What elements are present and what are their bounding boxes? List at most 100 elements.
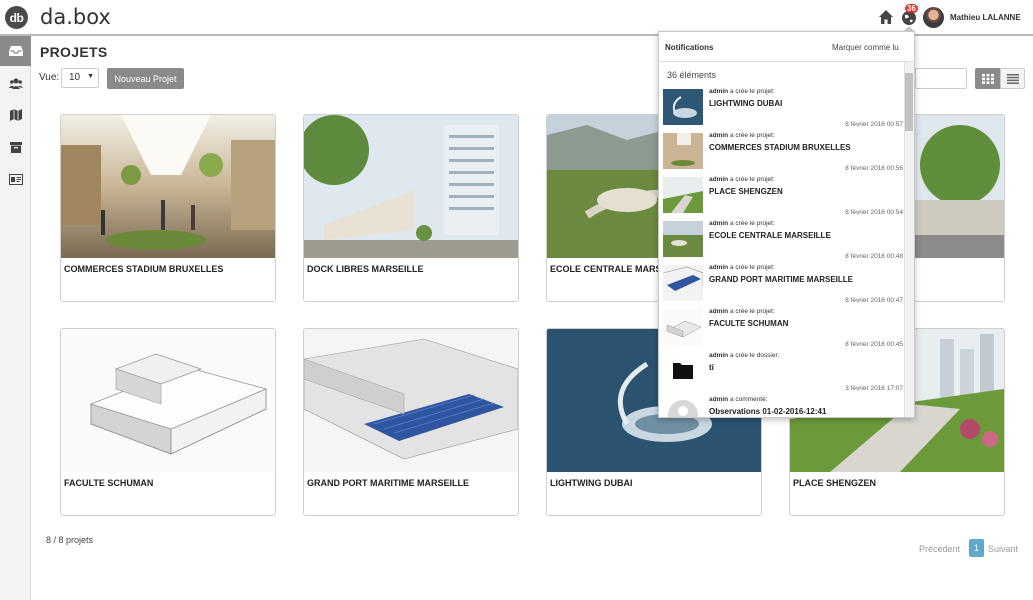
- notification-meta: admin a crée le projet:: [709, 88, 775, 95]
- notification-user: admin: [709, 220, 729, 227]
- notification-thumbnail: [663, 221, 703, 257]
- project-name[interactable]: COMMERCES STADIUM BRUXELLES: [64, 264, 223, 274]
- notification-item[interactable]: admin a crée le projet: COMMERCES STADIU…: [663, 132, 903, 176]
- sidebar-item-archive[interactable]: [0, 132, 31, 162]
- page-size-select[interactable]: 10 ▼: [61, 68, 99, 88]
- notification-target[interactable]: ECOLE CENTRALE MARSEILLE: [709, 231, 831, 240]
- notification-item[interactable]: admin a crée le projet: PLACE SHENGZEN 8…: [663, 176, 903, 220]
- notification-target[interactable]: FACULTE SCHUMAN: [709, 319, 788, 328]
- notification-action: a commenté:: [728, 396, 768, 403]
- notifications-popup: Notifications Marquer comme lu 36 élémen…: [658, 31, 915, 418]
- search-input[interactable]: [915, 68, 967, 89]
- map-icon: [9, 109, 22, 121]
- notification-user: admin: [709, 132, 729, 139]
- notification-user: admin: [709, 176, 729, 183]
- notification-thumbnail: [663, 177, 703, 213]
- notification-meta: admin a crée le projet:: [709, 220, 775, 227]
- pagination-current-page[interactable]: 1: [969, 539, 984, 557]
- project-name[interactable]: PLACE SHENGZEN: [793, 478, 876, 488]
- page-size-value: 10: [69, 72, 81, 83]
- notification-thumbnail: [663, 89, 703, 125]
- notification-item[interactable]: admin a crée le projet: GRAND PORT MARIT…: [663, 264, 903, 308]
- logo-initials: db: [9, 10, 24, 25]
- notification-action: a crée le projet:: [728, 308, 775, 315]
- pagination-next[interactable]: Suivant: [988, 544, 1018, 554]
- notification-action: a crée le projet:: [728, 88, 775, 95]
- notifications-count: 36 éléments: [667, 70, 717, 80]
- grid-view-button[interactable]: [975, 68, 1000, 89]
- notification-user: admin: [709, 308, 729, 315]
- notification-item[interactable]: admin a crée le projet: ECOLE CENTRALE M…: [663, 220, 903, 264]
- notification-thumbnail: [663, 309, 703, 345]
- pagination-previous[interactable]: Précédent: [919, 544, 960, 554]
- sidebar-item-inbox[interactable]: [0, 36, 31, 66]
- project-count: 8 / 8 projets: [46, 535, 94, 545]
- project-thumbnail: [304, 329, 518, 472]
- notification-date: 8 février 2016 00:45: [845, 341, 903, 348]
- project-name[interactable]: FACULTE SCHUMAN: [64, 478, 153, 488]
- project-name[interactable]: GRAND PORT MARITIME MARSEILLE: [307, 478, 469, 488]
- notification-user: admin: [709, 396, 729, 403]
- notification-target[interactable]: Observations 01-02-2016-12:41: [709, 407, 826, 416]
- notification-badge: 36: [905, 4, 918, 13]
- notification-meta: admin a crée le dossier:: [709, 352, 779, 359]
- notification-date: 8 février 2016 00:48: [845, 253, 903, 260]
- notification-date: 8 février 2016 00:56: [845, 165, 903, 172]
- project-card[interactable]: GRAND PORT MARITIME MARSEILLE: [303, 328, 519, 516]
- notification-item[interactable]: admin a commenté: Observations 01-02-201…: [663, 396, 903, 417]
- scrollbar-thumb[interactable]: [905, 73, 913, 131]
- notification-date: 8 février 2016 00:57: [845, 121, 903, 128]
- page-title: PROJETS: [40, 44, 108, 60]
- mark-as-read-link[interactable]: Marquer comme lu: [832, 43, 899, 52]
- notification-meta: admin a crée le projet:: [709, 132, 775, 139]
- notification-thumbnail: [663, 133, 703, 169]
- notification-target[interactable]: PLACE SHENGZEN: [709, 187, 783, 196]
- users-icon: [8, 78, 23, 89]
- user-name[interactable]: Mathieu LALANNE: [950, 13, 1021, 22]
- caret-down-icon: ▼: [87, 73, 94, 80]
- id-card-icon: [8, 173, 23, 185]
- archive-icon: [9, 141, 22, 153]
- project-name[interactable]: LIGHTWING DUBAI: [550, 478, 633, 488]
- new-project-button[interactable]: Nouveau Projet: [107, 68, 184, 89]
- project-card[interactable]: FACULTE SCHUMAN: [60, 328, 276, 516]
- logo-text[interactable]: da.box: [40, 5, 111, 29]
- list-view-button[interactable]: [1000, 68, 1025, 89]
- notification-item[interactable]: admin a crée le dossier: ti 3 février 20…: [663, 352, 903, 396]
- sidebar-item-map[interactable]: [0, 100, 31, 130]
- vue-label: Vue:: [39, 72, 60, 83]
- notification-item[interactable]: admin a crée le projet: LIGHTWING DUBAI …: [663, 88, 903, 132]
- notification-meta: admin a crée le projet:: [709, 176, 775, 183]
- notifications-header: Notifications Marquer comme lu: [659, 32, 914, 62]
- notification-action: a crée le projet:: [728, 264, 775, 271]
- logo-icon[interactable]: db: [5, 6, 28, 29]
- project-card[interactable]: DOCK LIBRES MARSEILLE: [303, 114, 519, 302]
- notifications-title: Notifications: [665, 43, 714, 52]
- grid-icon: [981, 73, 994, 84]
- user-avatar-icon: [668, 400, 698, 417]
- notification-target[interactable]: LIGHTWING DUBAI: [709, 99, 782, 108]
- notification-meta: admin a crée le projet:: [709, 264, 775, 271]
- notification-target[interactable]: COMMERCES STADIUM BRUXELLES: [709, 143, 851, 152]
- notification-target[interactable]: ti: [709, 363, 714, 372]
- project-thumbnail: [61, 115, 275, 258]
- list-icon: [1006, 73, 1019, 84]
- project-name[interactable]: DOCK LIBRES MARSEILLE: [307, 264, 424, 274]
- home-icon[interactable]: [878, 9, 894, 25]
- project-card[interactable]: COMMERCES STADIUM BRUXELLES: [60, 114, 276, 302]
- avatar[interactable]: [923, 7, 944, 28]
- notification-date: 3 février 2016 17:07: [845, 385, 903, 392]
- notification-user: admin: [709, 264, 729, 271]
- sidebar: [0, 36, 31, 600]
- project-thumbnail: [304, 115, 518, 258]
- sidebar-item-contacts[interactable]: [0, 164, 31, 194]
- notification-thumbnail: [663, 265, 703, 301]
- notification-meta: admin a commenté:: [709, 396, 768, 403]
- notification-date: 8 février 2016 00:54: [845, 209, 903, 216]
- project-thumbnail: [61, 329, 275, 472]
- sidebar-item-users[interactable]: [0, 68, 31, 98]
- notification-target[interactable]: GRAND PORT MARITIME MARSEILLE: [709, 275, 853, 284]
- notification-action: a crée le dossier:: [728, 352, 780, 359]
- notification-date: 8 février 2016 00:47: [845, 297, 903, 304]
- notification-item[interactable]: admin a crée le projet: FACULTE SCHUMAN …: [663, 308, 903, 352]
